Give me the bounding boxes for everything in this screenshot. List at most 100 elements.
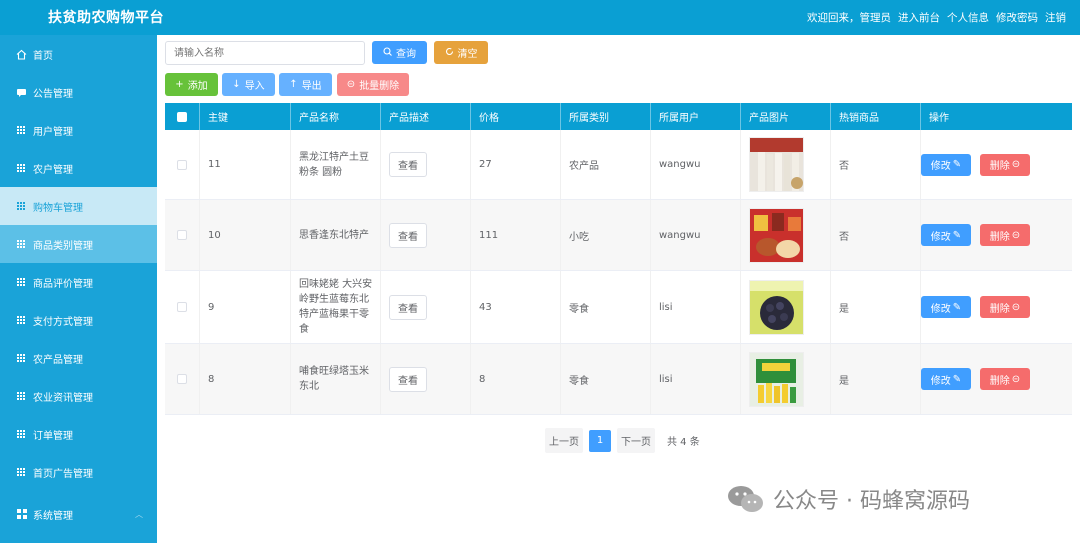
sidebar-item-announcements[interactable]: 公告管理 [0,73,157,111]
circle-minus-icon: ⊝ [1011,229,1021,241]
cell-image [741,130,831,199]
header-links: 欢迎回来，管理员 进入前台 个人信息 修改密码 注销 [807,10,1066,25]
sidebar-item-products[interactable]: 农产品管理 [0,339,157,377]
refresh-icon [445,47,454,59]
edit-button[interactable]: 修改 ✎ [921,224,971,246]
cell-actions: 修改 ✎ 删除 ⊝ [921,200,1072,270]
cell-price: 111 [471,200,561,270]
delete-button[interactable]: 删除 ⊝ [980,368,1030,390]
import-label: 导入 [244,81,265,92]
delete-button[interactable]: 删除 ⊝ [980,296,1030,318]
row-checkbox[interactable] [177,230,187,240]
delete-button[interactable]: 删除 ⊝ [980,224,1030,246]
header-name: 产品名称 [291,103,381,130]
table-row: 10 思香逢东北特产 查看 111 小吃 wangwu 否 修改 ✎ 删除 ⊝ [165,200,1072,271]
cell-hot: 否 [831,130,921,199]
table-header: 主键 产品名称 产品描述 价格 所属类别 所属用户 产品图片 热销商品 操作 [165,103,1072,130]
cell-hot: 是 [831,344,921,414]
sidebar-item-cart[interactable]: 购物车管理 [0,187,157,225]
cell-description: 查看 [381,200,471,270]
sidebar-item-orders[interactable]: 订单管理 [0,415,157,453]
chevron-up-icon: ︿ [135,509,143,519]
edit-label: 修改 [930,375,951,387]
cell-category: 小吃 [561,200,651,270]
view-button[interactable]: 查看 [389,366,427,392]
grid-icon [16,467,27,478]
cell-id: 9 [200,271,291,343]
row-select-cell [165,200,200,270]
sidebar-item-ads[interactable]: 首页广告管理 [0,453,157,491]
sidebar-item-farmers[interactable]: 农户管理 [0,149,157,187]
delete-button[interactable]: 删除 ⊝ [980,153,1030,176]
clear-label: 清空 [457,49,478,60]
cell-image [741,344,831,414]
profile-link[interactable]: 个人信息 [947,10,989,25]
sidebar-item-label: 系统管理 [33,510,73,522]
wechat-icon [727,484,765,514]
edit-button[interactable]: 修改 ✎ [921,296,971,318]
header-user: 所属用户 [651,103,741,130]
sidebar-item-system[interactable]: 系统管理 ︿ [0,495,157,533]
cell-user: wangwu [651,200,741,270]
batch-delete-button[interactable]: ⊝ 批量删除 [337,73,409,96]
sidebar-item-users[interactable]: 用户管理 [0,111,157,149]
circle-minus-icon: ⊝ [346,79,356,90]
sidebar-item-categories[interactable]: 商品类别管理 [0,225,157,263]
row-checkbox[interactable] [177,374,187,384]
edit-button[interactable]: 修改 ✎ [921,368,971,390]
add-button[interactable]: + 添加 [165,73,218,96]
query-button[interactable]: 查询 [372,41,427,64]
view-button[interactable]: 查看 [389,222,427,248]
select-all-checkbox[interactable] [177,111,187,122]
import-button[interactable]: ↓ 导入 [222,73,275,96]
row-checkbox[interactable] [177,159,187,170]
circle-minus-icon: ⊝ [1011,301,1021,313]
edit-icon: ✎ [952,301,962,313]
row-checkbox[interactable] [177,302,187,312]
header-price: 价格 [471,103,561,130]
watermark: 公众号 · 码蜂窝源码 [727,483,970,515]
total-count: 共 4 条 [667,437,700,448]
change-password-link[interactable]: 修改密码 [996,10,1038,25]
header-image: 产品图片 [741,103,831,130]
delete-label: 删除 [989,303,1010,315]
product-image [749,137,804,192]
sidebar-item-home[interactable]: 首页 [0,35,157,73]
plus-icon: + [175,79,184,90]
search-input[interactable] [165,41,365,65]
sidebar-item-label: 支付方式管理 [33,316,93,328]
edit-button[interactable]: 修改 ✎ [921,153,971,176]
cell-price: 27 [471,130,561,199]
cell-category: 农产品 [561,130,651,199]
logout-link[interactable]: 注销 [1045,10,1066,25]
sidebar: 首页 公告管理 用户管理 农户管理 购物车管理 商品类别管理 商品评价管理 支付… [0,35,157,543]
enter-frontend-link[interactable]: 进入前台 [898,10,940,25]
cell-name: 哺食旺绿塔玉米东北 [291,344,381,414]
prev-page-button[interactable]: 上一页 [545,428,583,453]
sidebar-item-news[interactable]: 农业资讯管理 [0,377,157,415]
view-button[interactable]: 查看 [389,294,427,320]
apps-icon [16,509,27,520]
table-row: 9 回味姥姥 大兴安岭野生蓝莓东北特产蓝梅果干零食 查看 43 零食 lisi [165,271,1072,344]
view-button[interactable]: 查看 [389,152,427,177]
sidebar-item-reviews[interactable]: 商品评价管理 [0,263,157,301]
clear-button[interactable]: 清空 [434,41,488,64]
sidebar-item-label: 农户管理 [33,164,73,176]
edit-icon: ✎ [952,373,962,385]
sidebar-item-payment[interactable]: 支付方式管理 [0,301,157,339]
grid-icon [16,277,27,288]
edit-label: 修改 [930,231,951,243]
cell-id: 10 [200,200,291,270]
cell-image [741,200,831,270]
cell-hot: 否 [831,200,921,270]
cell-description: 查看 [381,344,471,414]
header-category: 所属类别 [561,103,651,130]
sidebar-item-label: 农业资讯管理 [33,392,93,404]
cell-category: 零食 [561,271,651,343]
export-button[interactable]: ↑ 导出 [279,73,332,96]
cell-hot: 是 [831,271,921,343]
next-page-button[interactable]: 下一页 [617,428,655,453]
cell-price: 8 [471,344,561,414]
page-number-current[interactable]: 1 [589,429,611,452]
table-row: 8 哺食旺绿塔玉米东北 查看 8 零食 lisi 是 修改 ✎ 删除 ⊝ [165,344,1072,415]
